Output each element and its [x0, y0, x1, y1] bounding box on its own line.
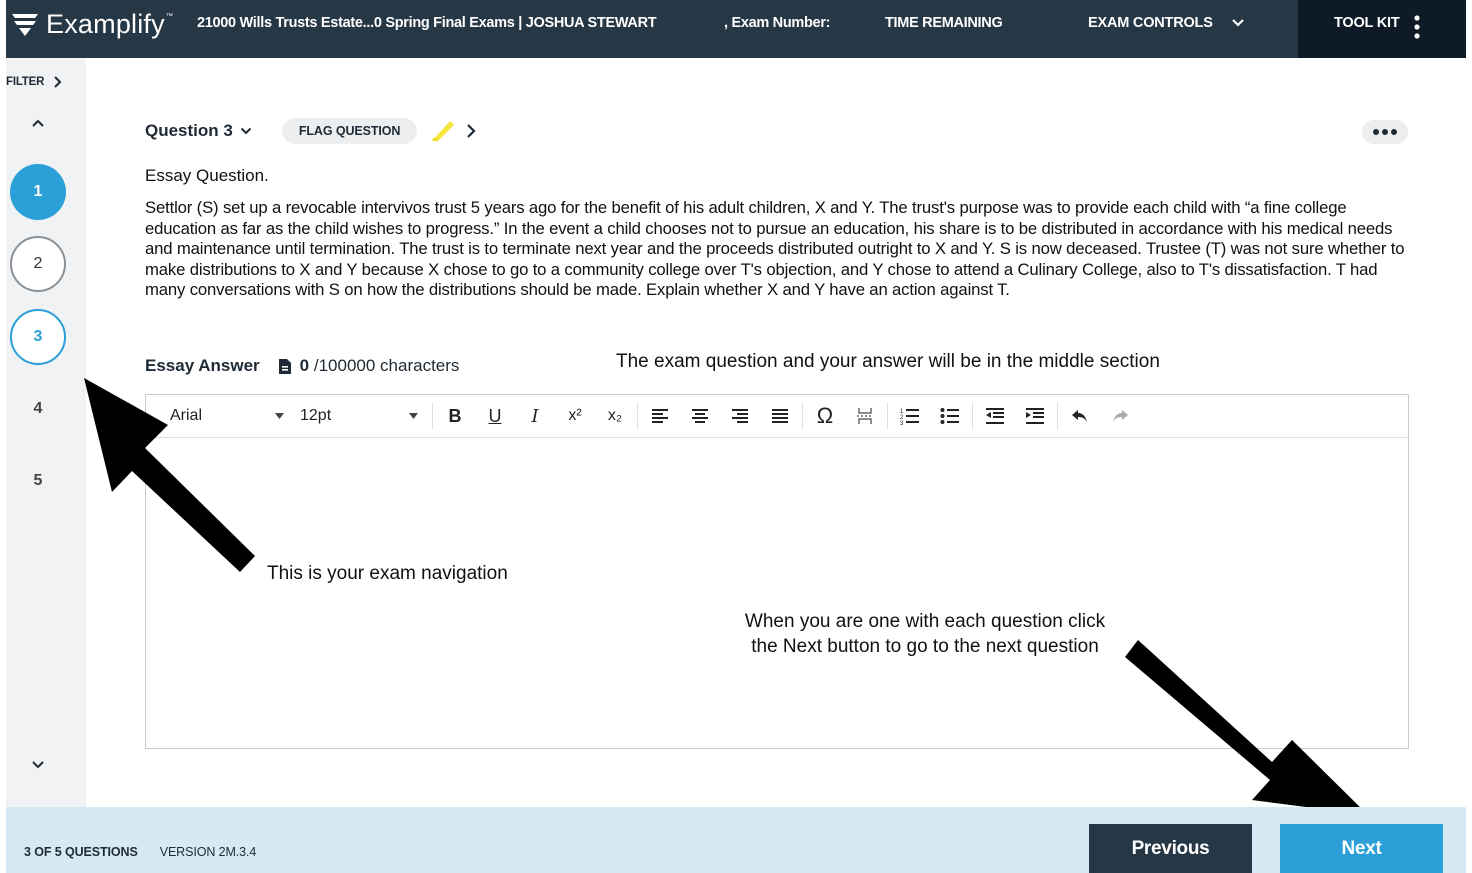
middle-section-annotation: The exam question and your answer will b…: [616, 351, 1160, 372]
previous-label: Previous: [1131, 837, 1210, 859]
next-button[interactable]: Next: [1280, 824, 1443, 873]
navigation-annotation: This is your exam navigation: [267, 563, 508, 584]
navigation-arrow-annotation: [84, 378, 1368, 815]
question-progress: 3 OF 5 QUESTIONS: [24, 845, 138, 859]
footer-info: 3 OF 5 QUESTIONS VERSION 2M.3.4: [24, 845, 256, 859]
version-label: VERSION 2M.3.4: [159, 845, 257, 859]
next-button-annotation: When you are one with each question clic…: [744, 611, 1106, 657]
next-label: Next: [1341, 837, 1382, 859]
previous-button[interactable]: Previous: [1089, 824, 1252, 873]
footer-bar: 3 OF 5 QUESTIONS VERSION 2M.3.4 Previous…: [6, 807, 1466, 873]
